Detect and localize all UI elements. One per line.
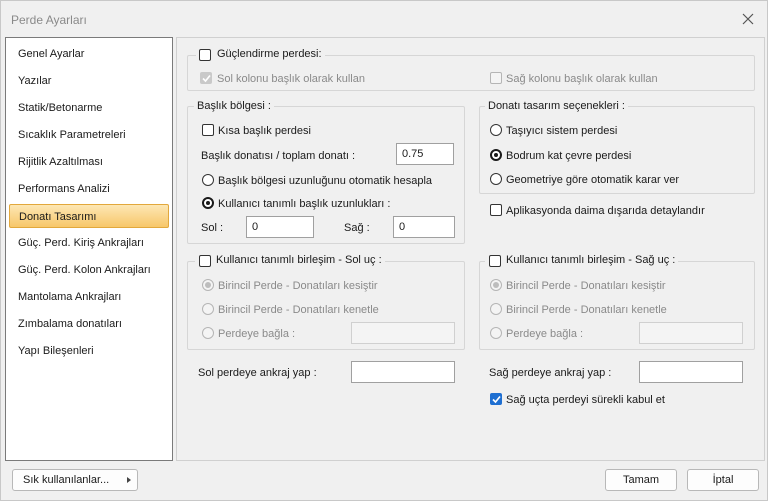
- left-joint-lap-label: Birincil Perde - Donatıları kenetle: [218, 304, 379, 316]
- frequent-settings-label: Sık kullanılanlar...: [23, 474, 110, 486]
- auto-length-radio[interactable]: [202, 174, 214, 186]
- left-anchor-label: Sol perdeye ankraj yap :: [198, 367, 317, 379]
- bearing-system-wall-radio[interactable]: [490, 124, 502, 136]
- right-anchor-label: Sağ perdeye ankraj yap :: [489, 367, 612, 379]
- left-joint-group-title: Kullanıcı tanımlı birleşim - Sol uç :: [195, 254, 385, 266]
- right-joint-lap-label: Birincil Perde - Donatıları kenetle: [506, 304, 667, 316]
- window-title: Perde Ayarları: [11, 13, 87, 27]
- close-button[interactable]: [735, 7, 761, 31]
- left-column-header-checkbox[interactable]: [200, 72, 212, 84]
- header-ratio-label: Başlık donatısı / toplam donatı :: [201, 150, 356, 162]
- right-joint-intersect-label: Birincil Perde - Donatıları kesiştir: [506, 280, 666, 292]
- header-ratio-input[interactable]: 0.75: [396, 143, 454, 165]
- left-joint-connect-radio[interactable]: [202, 327, 214, 339]
- auto-geometry-label: Geometriye göre otomatik karar ver: [506, 174, 680, 186]
- right-joint-connect-label: Perdeye bağla :: [506, 328, 584, 340]
- ok-button[interactable]: Tamam: [605, 469, 677, 491]
- sidebar-item-statik-betonarme[interactable]: Statik/Betonarme: [9, 96, 169, 120]
- right-column-header-label: Sağ kolonu başlık olarak kullan: [506, 73, 658, 85]
- header-region-title: Başlık bölgesi :: [194, 100, 274, 112]
- left-joint-intersect-label: Birincil Perde - Donatıları kesiştir: [218, 280, 378, 292]
- bearing-system-wall-label: Taşıyıcı sistem perdesi: [506, 125, 618, 137]
- right-length-label: Sağ :: [344, 222, 370, 234]
- basement-perimeter-wall-label: Bodrum kat çevre perdesi: [506, 150, 632, 162]
- sidebar-item-guc-perd-kolon-ankrajlari[interactable]: Güç. Perd. Kolon Ankrajları: [9, 258, 169, 282]
- strengthening-title-label: Güçlendirme perdesi:: [217, 48, 322, 60]
- sidebar-item-performans-analizi[interactable]: Performans Analizi: [9, 177, 169, 201]
- settings-panel: Güçlendirme perdesi: Sol kolonu başlık o…: [176, 37, 765, 461]
- sidebar-item-genel-ayarlar[interactable]: Genel Ayarlar: [9, 42, 169, 66]
- right-anchor-input[interactable]: [639, 361, 743, 383]
- auto-geometry-radio[interactable]: [490, 173, 502, 185]
- cancel-button[interactable]: İptal: [687, 469, 759, 491]
- chevron-right-icon: [127, 477, 131, 483]
- right-joint-connect-input[interactable]: [639, 322, 743, 344]
- left-length-input[interactable]: 0: [246, 216, 314, 238]
- basement-perimeter-wall-radio[interactable]: [490, 149, 502, 161]
- right-column-header-checkbox[interactable]: [490, 72, 502, 84]
- sidebar-item-mantolama-ankrajlari[interactable]: Mantolama Ankrajları: [9, 285, 169, 309]
- check-icon: [492, 395, 501, 404]
- check-icon: [202, 74, 211, 83]
- auto-length-label: Başlık bölgesi uzunluğunu otomatik hesap…: [218, 175, 433, 187]
- strengthening-checkbox[interactable]: [199, 49, 211, 61]
- right-joint-intersect-radio[interactable]: [490, 279, 502, 291]
- short-header-label: Kısa başlık perdesi: [218, 125, 311, 137]
- left-length-label: Sol :: [201, 222, 224, 234]
- detail-outside-label: Aplikasyonda daima dışarıda detaylandır: [506, 205, 705, 217]
- right-joint-group-title: Kullanıcı tanımlı birleşim - Sağ uç :: [485, 254, 679, 266]
- rebar-options-title: Donatı tasarım seçenekleri :: [485, 100, 628, 112]
- right-joint-connect-radio[interactable]: [490, 327, 502, 339]
- dialog-window: Perde Ayarları Genel Ayarlar Yazılar Sta…: [0, 0, 768, 501]
- left-anchor-input[interactable]: [351, 361, 455, 383]
- left-column-header-label: Sol kolonu başlık olarak kullan: [217, 73, 365, 85]
- right-joint-checkbox[interactable]: [489, 255, 501, 267]
- right-length-input[interactable]: 0: [393, 216, 455, 238]
- right-joint-lap-radio[interactable]: [490, 303, 502, 315]
- right-joint-title-label: Kullanıcı tanımlı birleşim - Sağ uç :: [506, 254, 676, 266]
- left-joint-intersect-radio[interactable]: [202, 279, 214, 291]
- frequent-settings-button[interactable]: Sık kullanılanlar...: [12, 469, 138, 491]
- strengthening-group-title: Güçlendirme perdesi:: [196, 48, 325, 60]
- sidebar-item-yazilar[interactable]: Yazılar: [9, 69, 169, 93]
- right-continuous-label: Sağ uçta perdeyi sürekli kabul et: [506, 394, 665, 406]
- user-length-radio[interactable]: [202, 197, 214, 209]
- sidebar-item-yapi-bilesenleri[interactable]: Yapı Bileşenleri: [9, 339, 169, 363]
- sidebar-item-zimbalama-donatilari[interactable]: Zımbalama donatıları: [9, 312, 169, 336]
- settings-category-list: Genel Ayarlar Yazılar Statik/Betonarme S…: [5, 37, 173, 461]
- detail-outside-checkbox[interactable]: [490, 204, 502, 216]
- right-continuous-checkbox[interactable]: [490, 393, 502, 405]
- left-joint-connect-input[interactable]: [351, 322, 455, 344]
- title-bar: Perde Ayarları: [1, 1, 767, 33]
- sidebar-item-donati-tasarimi[interactable]: Donatı Tasarımı: [9, 204, 169, 228]
- left-joint-checkbox[interactable]: [199, 255, 211, 267]
- left-joint-lap-radio[interactable]: [202, 303, 214, 315]
- user-length-label: Kullanıcı tanımlı başlık uzunlukları :: [218, 198, 391, 210]
- close-icon: [742, 13, 754, 25]
- left-joint-connect-label: Perdeye bağla :: [218, 328, 296, 340]
- short-header-checkbox[interactable]: [202, 124, 214, 136]
- sidebar-item-sicaklik-parametreleri[interactable]: Sıcaklık Parametreleri: [9, 123, 169, 147]
- sidebar-item-rijitlik-azaltilmasi[interactable]: Rijitlik Azaltılması: [9, 150, 169, 174]
- left-joint-title-label: Kullanıcı tanımlı birleşim - Sol uç :: [216, 254, 382, 266]
- sidebar-item-guc-perd-kiris-ankrajlari[interactable]: Güç. Perd. Kiriş Ankrajları: [9, 231, 169, 255]
